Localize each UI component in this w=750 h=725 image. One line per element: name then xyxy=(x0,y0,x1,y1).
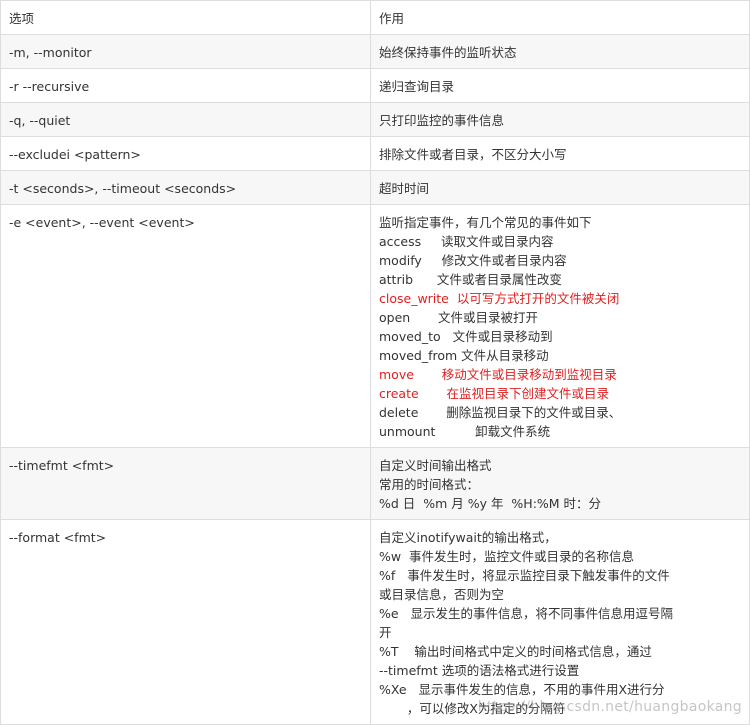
desc-line: modify 修改文件或者目录内容 xyxy=(379,253,567,268)
desc-line: 自定义inotifywait的输出格式， xyxy=(379,530,557,545)
desc-line: open 文件或目录被打开 xyxy=(379,310,539,325)
desc-line: %T 输出时间格式中定义的时间格式信息，通过 xyxy=(379,644,652,659)
table-row-format: --format <fmt> 自定义inotifywait的输出格式， %w 事… xyxy=(0,519,750,725)
desc-line: 超时时间 xyxy=(379,181,430,196)
desc-cell: 监听指定事件，有几个常见的事件如下 access 读取文件或目录内容 modif… xyxy=(370,204,750,448)
desc-cell: 自定义时间输出格式 常用的时间格式： %d 日 %m 月 %y 年 %H:%M … xyxy=(370,447,750,520)
table-row: -r --recursive 递归查询目录 xyxy=(0,68,750,103)
header-option: 选项 xyxy=(0,0,371,35)
option-cell: --format <fmt> xyxy=(0,519,371,725)
table-row: -m, --monitor 始终保持事件的监听状态 xyxy=(0,34,750,69)
watermark: https://blog.csdn.net/huangbaokang xyxy=(477,699,742,715)
desc-line-highlight: close_write 以可写方式打开的文件被关闭 xyxy=(379,291,620,306)
desc-line: %w 事件发生时，监控文件或目录的名称信息 xyxy=(379,549,635,564)
options-table: 选项 作用 -m, --monitor 始终保持事件的监听状态 -r --rec… xyxy=(0,0,750,725)
table-row-event: -e <event>, --event <event> 监听指定事件，有几个常见… xyxy=(0,204,750,448)
desc-cell: 始终保持事件的监听状态 xyxy=(370,34,750,69)
option-cell: --timefmt <fmt> xyxy=(0,447,371,520)
desc-line-highlight: create 在监视目录下创建文件或目录 xyxy=(379,386,609,401)
option-cell: -m, --monitor xyxy=(0,34,371,69)
option-cell: -t <seconds>, --timeout <seconds> xyxy=(0,170,371,205)
option-cell: -q, --quiet xyxy=(0,102,371,137)
table-row: --excludei <pattern> 排除文件或者目录，不区分大小写 xyxy=(0,136,750,171)
table-header-row: 选项 作用 xyxy=(0,0,750,35)
option-cell: --excludei <pattern> xyxy=(0,136,371,171)
desc-line: --timefmt 选项的语法格式进行设置 xyxy=(379,663,580,678)
header-effect: 作用 xyxy=(370,0,750,35)
desc-line: moved_from 文件从目录移动 xyxy=(379,348,549,363)
desc-line: 监听指定事件，有几个常见的事件如下 xyxy=(379,215,592,230)
desc-line: delete 删除监视目录下的文件或目录、 xyxy=(379,405,622,420)
desc-line: %f 事件发生时，将显示监控目录下触发事件的文件 xyxy=(379,568,670,583)
desc-line: 排除文件或者目录，不区分大小写 xyxy=(379,147,567,162)
desc-line: %d 日 %m 月 %y 年 %H:%M 时：分 xyxy=(379,496,602,511)
desc-line: 或目录信息，否则为空 xyxy=(379,587,505,602)
desc-line: moved_to 文件或目录移动到 xyxy=(379,329,553,344)
desc-line: 只打印监控的事件信息 xyxy=(379,113,505,128)
desc-line: 自定义时间输出格式 xyxy=(379,458,492,473)
desc-cell: 只打印监控的事件信息 xyxy=(370,102,750,137)
table-row: -q, --quiet 只打印监控的事件信息 xyxy=(0,102,750,137)
desc-cell: 超时时间 xyxy=(370,170,750,205)
desc-line: access 读取文件或目录内容 xyxy=(379,234,554,249)
desc-line-highlight: move 移动文件或目录移动到监视目录 xyxy=(379,367,617,382)
table-row: -t <seconds>, --timeout <seconds> 超时时间 xyxy=(0,170,750,205)
desc-cell: 自定义inotifywait的输出格式， %w 事件发生时，监控文件或目录的名称… xyxy=(370,519,750,725)
desc-line: %e 显示发生的事件信息，将不同事件信息用逗号隔 xyxy=(379,606,673,621)
desc-line: 始终保持事件的监听状态 xyxy=(379,45,517,60)
desc-line: unmount 卸载文件系统 xyxy=(379,424,551,439)
option-cell: -e <event>, --event <event> xyxy=(0,204,371,448)
option-cell: -r --recursive xyxy=(0,68,371,103)
desc-line: attrib 文件或者目录属性改变 xyxy=(379,272,562,287)
desc-line: 开 xyxy=(379,625,392,640)
desc-line: 递归查询目录 xyxy=(379,79,455,94)
desc-line: 常用的时间格式： xyxy=(379,477,480,492)
table-row-timefmt: --timefmt <fmt> 自定义时间输出格式 常用的时间格式： %d 日 … xyxy=(0,447,750,520)
desc-cell: 递归查询目录 xyxy=(370,68,750,103)
desc-cell: 排除文件或者目录，不区分大小写 xyxy=(370,136,750,171)
desc-line: %Xe 显示事件发生的信息，不用的事件用X进行分 xyxy=(379,682,665,697)
